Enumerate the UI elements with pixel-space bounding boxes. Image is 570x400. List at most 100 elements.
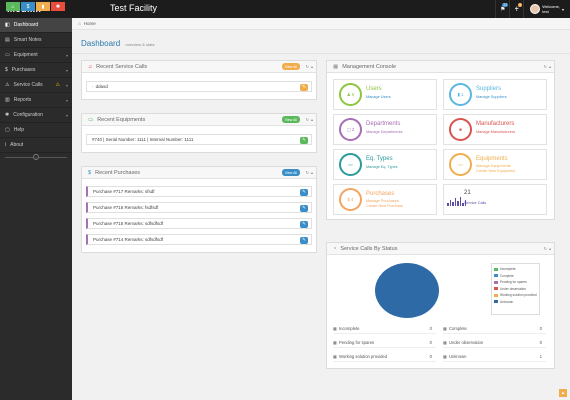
- home-shortcut-button[interactable]: ⌂: [6, 2, 20, 11]
- edit-icon[interactable]: ✎: [300, 188, 308, 196]
- facility-title: Test Facility: [110, 3, 158, 13]
- collapse-icon[interactable]: ▴: [311, 64, 313, 69]
- edit-icon[interactable]: ✎: [300, 220, 308, 228]
- manage-eq-types-link[interactable]: Manage Eq. Types: [366, 165, 398, 169]
- sidebar-item-about[interactable]: i About: [0, 138, 72, 153]
- manage-manufacturers-link[interactable]: Manage Manufacturers: [476, 130, 515, 134]
- suppliers-icon: ▮ 1: [449, 83, 472, 106]
- table-icon: ▦: [333, 339, 337, 345]
- edit-icon[interactable]: ✎: [300, 83, 308, 91]
- edit-icon[interactable]: ✎: [300, 204, 308, 212]
- collapse-icon[interactable]: ▴: [549, 246, 551, 251]
- management-console-panel: ▦ Management Console ↻ ▴ ♟ 6 Users Manage …: [326, 60, 555, 220]
- chart-icon: ▮: [41, 3, 45, 10]
- equipments-icon: ▭: [449, 153, 472, 176]
- collapse-icon[interactable]: ▴: [549, 64, 551, 69]
- manage-equipments-link[interactable]: Manage Equipments: [476, 164, 511, 168]
- table-icon: ▦: [443, 339, 447, 345]
- console-card-service-calls[interactable]: 21 Service Calls: [443, 184, 547, 215]
- create-new-purchase-link[interactable]: Create New Purchase: [366, 204, 403, 208]
- breadcrumb-home-link[interactable]: Home: [84, 21, 96, 26]
- home-icon: ⌂: [78, 21, 81, 26]
- manage-purchases-link[interactable]: Manage Purchases: [366, 199, 399, 203]
- checkbox-icon: ▫: [92, 84, 94, 89]
- list-item[interactable]: Purchase #716 Remarks: fsdfsdf ✎: [86, 202, 312, 213]
- sidebar-item-service-calls[interactable]: ⚠ Service Calls ⚠ ▾: [0, 78, 72, 93]
- purchases-icon: $4: [339, 188, 362, 211]
- table-icon: ▦: [443, 353, 447, 359]
- refresh-icon[interactable]: ↻: [544, 64, 547, 69]
- refresh-icon[interactable]: ↻: [306, 117, 309, 122]
- manage-departments-link[interactable]: Manage Departments: [366, 130, 403, 134]
- reports-icon: ▥: [5, 97, 10, 103]
- users-icon: ♟ 6: [339, 83, 362, 106]
- list-item-text: #740 | Serial Number: 1111 | Internal Nu…: [92, 137, 194, 142]
- card-title: Equipments: [476, 156, 508, 162]
- view-all-service-calls-button[interactable]: View All: [281, 63, 300, 70]
- refresh-icon[interactable]: ↻: [306, 64, 309, 69]
- sidebar-item-purchases[interactable]: $ Purchases ▾: [0, 63, 72, 78]
- collapse-icon[interactable]: ▴: [311, 117, 313, 122]
- monitor-icon: ▭: [5, 52, 10, 58]
- manage-users-link[interactable]: Manage Users: [366, 95, 391, 99]
- console-card-departments[interactable]: ▢ 2 Departments Manage Departments: [333, 114, 437, 145]
- dollar-shortcut-button[interactable]: $: [21, 2, 35, 11]
- chart-shortcut-button[interactable]: ▮: [36, 2, 50, 11]
- sidebar-item-label: About: [10, 142, 24, 148]
- list-item[interactable]: Purchase #717 Remarks: sfsdf ✎: [86, 186, 312, 197]
- chevron-up-icon: ▴: [561, 390, 565, 396]
- collapse-icon[interactable]: ▴: [311, 170, 313, 175]
- stat-row: ▦ Complete 0: [443, 323, 546, 334]
- chevron-down-icon: ▾: [65, 52, 68, 58]
- sidebar-item-equipment[interactable]: ▭ Equipment ▾: [0, 48, 72, 63]
- manage-suppliers-link[interactable]: Manage Suppliers: [476, 95, 507, 99]
- console-card-eq-types[interactable]: ▭ Eq. Types Manage Eq. Types: [333, 149, 437, 180]
- view-all-equipments-button[interactable]: View All: [281, 116, 300, 123]
- console-card-equipments[interactable]: ▭ Equipments Manage Equipments Create Ne…: [443, 149, 547, 180]
- table-icon: ▦: [443, 325, 447, 331]
- recent-service-calls-panel: ♫ Recent Service Calls View All ↻ ▴ ▫ dda…: [81, 60, 317, 100]
- console-card-suppliers[interactable]: ▮ 1 Suppliers Manage Suppliers: [443, 79, 547, 110]
- sidebar-item-configuration[interactable]: ✱ Configuration ▾: [0, 108, 72, 123]
- view-all-purchases-button[interactable]: View All: [281, 169, 300, 176]
- bell-notifications-button[interactable]: ♰ 2: [509, 0, 523, 18]
- list-item[interactable]: #740 | Serial Number: 1111 | Internal Nu…: [86, 134, 312, 145]
- gear-icon: ✱: [5, 112, 10, 118]
- edit-icon[interactable]: ✎: [300, 236, 308, 244]
- alert-count-badge: 2: [518, 3, 523, 7]
- edit-icon[interactable]: ✎: [300, 136, 308, 144]
- list-item[interactable]: Purchase #715 Remarks: sdfsdfsdf ✎: [86, 218, 312, 229]
- departments-icon: ▢ 2: [339, 118, 362, 141]
- dollar-icon: $: [5, 67, 8, 73]
- card-title: Manufacturers: [476, 121, 515, 127]
- sidebar-item-dashboard[interactable]: ◧ Dashboard: [0, 18, 72, 33]
- refresh-icon[interactable]: ↻: [544, 246, 547, 251]
- sidebar-item-label: Dashboard: [13, 22, 39, 28]
- dashboard-icon: ◧: [5, 22, 10, 28]
- sidebar-shortcuts: ⌂ $ ▮ ✱: [3, 1, 68, 12]
- list-item[interactable]: Purchase #714 Remarks: sdfsdfsdf ✎: [86, 234, 312, 245]
- console-card-purchases[interactable]: $4 Purchases Manage Purchases Create New…: [333, 184, 437, 215]
- service-calls-link[interactable]: Service Calls: [464, 201, 486, 205]
- list-item[interactable]: ▫ ddasd ✎: [86, 81, 312, 92]
- sidebar-item-reports[interactable]: ▥ Reports ▾: [0, 93, 72, 108]
- flag-notifications-button[interactable]: ⚑ 22: [495, 0, 509, 18]
- alert-icon: ⚠: [5, 82, 10, 88]
- console-card-manufacturers[interactable]: ■ Manufacturers Manage Manufacturers: [443, 114, 547, 145]
- console-icon: ▦: [333, 63, 339, 70]
- card-title: Users: [366, 86, 382, 92]
- sidebar-item-smart-notes[interactable]: ▤ Smart Notes: [0, 33, 72, 48]
- user-menu[interactable]: Welcome, test ▾: [523, 0, 570, 18]
- card-title: Eq. Types: [366, 156, 393, 162]
- sidebar-item-label: Reports: [13, 97, 32, 103]
- create-new-equipment-link[interactable]: Create New Equipment: [476, 169, 515, 173]
- scroll-to-top-button[interactable]: ▴: [559, 389, 567, 397]
- console-card-users[interactable]: ♟ 6 Users Manage Users: [333, 79, 437, 110]
- settings-shortcut-button[interactable]: ✱: [51, 2, 65, 11]
- settings-icon: ✱: [55, 3, 61, 10]
- warning-icon: ⚠: [55, 82, 60, 88]
- card-title: Purchases: [366, 191, 395, 197]
- refresh-icon[interactable]: ↻: [306, 170, 309, 175]
- sidebar-item-help[interactable]: ▢ Help: [0, 123, 72, 138]
- sidebar-collapse-toggle[interactable]: ‹: [0, 153, 72, 161]
